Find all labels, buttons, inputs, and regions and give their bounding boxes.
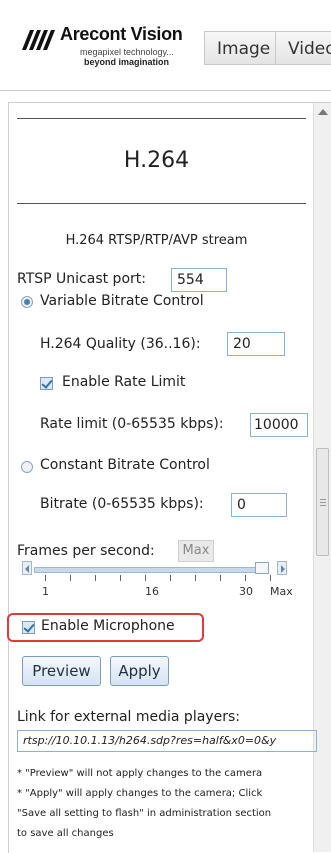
external-link-label: Link for external media players: — [17, 709, 240, 725]
h264-quality-input[interactable]: 20 — [227, 332, 285, 356]
rtsp-port-label: RTSP Unicast port: — [17, 271, 146, 287]
logo-brand: Arecont Vision — [60, 24, 183, 44]
grip-line — [320, 499, 326, 500]
grip-line — [320, 502, 326, 503]
slider-left-arrow-icon[interactable] — [22, 561, 32, 575]
slider-tick — [270, 575, 271, 581]
arecont-logo: Arecont Vision megapixel technology... b… — [22, 24, 183, 68]
constant-bitrate-radio[interactable] — [21, 461, 33, 473]
preview-button[interactable]: Preview — [22, 656, 101, 686]
stream-label: H.264 RTSP/RTP/AVP stream — [65, 233, 248, 248]
enable-microphone-checkbox[interactable] — [22, 621, 35, 634]
rtsp-port-input[interactable]: 554 — [171, 268, 227, 292]
slider-tick — [45, 575, 46, 581]
divider-top — [17, 118, 306, 119]
slider-tick — [245, 575, 246, 581]
apply-button[interactable]: Apply — [110, 656, 169, 686]
grip-line — [320, 505, 326, 506]
note-line: * "Preview" will not apply changes to th… — [17, 768, 263, 779]
h264-quality-label: H.264 Quality (36..16): — [40, 336, 201, 352]
external-link-input[interactable]: rtsp://10.10.1.13/h264.sdp?res=half&x0=0… — [17, 730, 317, 752]
logo-tagline-1: megapixel technology... — [80, 47, 174, 57]
slider-tick — [70, 575, 71, 581]
logo-tagline-2: beyond imagination — [84, 57, 170, 67]
slider-tick — [220, 575, 221, 581]
tab-image[interactable]: Image — [204, 31, 276, 65]
tab-video[interactable]: Video — [275, 31, 331, 65]
enable-microphone-label: Enable Microphone — [41, 618, 175, 634]
top-bar: Arecont Vision megapixel technology... b… — [0, 0, 331, 91]
fps-slider-thumb[interactable] — [255, 562, 269, 574]
tick-label-1: 1 — [42, 585, 49, 598]
note-line: * "Apply" will apply changes to the came… — [17, 788, 263, 799]
slider-tick — [120, 575, 121, 581]
enable-rate-limit-checkbox[interactable] — [40, 377, 53, 390]
slider-tick — [195, 575, 196, 581]
note-line: to save all changes — [17, 828, 114, 839]
slider-tick — [170, 575, 171, 581]
tick-label-16: 16 — [145, 585, 159, 598]
scroll-thumb[interactable] — [316, 448, 329, 556]
bitrate-input[interactable]: 0 — [231, 493, 287, 517]
tick-label-30: 30 — [239, 585, 253, 598]
slider-right-arrow-icon[interactable] — [277, 561, 287, 575]
scroll-up-arrow-icon[interactable] — [318, 109, 328, 115]
bitrate-label: Bitrate (0-65535 kbps): — [40, 496, 204, 512]
fps-value: Max — [178, 540, 214, 562]
variable-bitrate-radio[interactable] — [21, 296, 33, 308]
section-title: H.264 — [123, 148, 190, 173]
slider-tick — [145, 575, 146, 581]
logo-mark-icon — [22, 30, 55, 50]
constant-bitrate-label: Constant Bitrate Control — [40, 457, 210, 473]
note-line: "Save all setting to flash" in administr… — [17, 808, 272, 819]
fps-label: Frames per second: — [17, 543, 155, 559]
fps-slider-track[interactable] — [34, 567, 268, 573]
rate-limit-input[interactable]: 10000 — [250, 413, 308, 437]
tick-label-max: Max — [270, 585, 293, 598]
enable-rate-limit-label: Enable Rate Limit — [62, 374, 186, 390]
divider-bottom — [17, 203, 306, 204]
rate-limit-label: Rate limit (0-65535 kbps): — [40, 416, 224, 432]
slider-tick — [95, 575, 96, 581]
variable-bitrate-label: Variable Bitrate Control — [40, 293, 204, 309]
